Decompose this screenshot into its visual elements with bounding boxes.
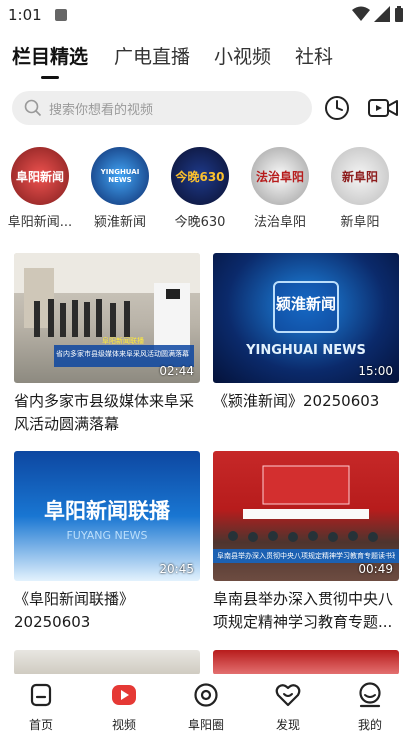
bottom-navigation: 首页 视频 阜阳圈 发现 我的 (0, 674, 412, 734)
wifi-icon (352, 6, 370, 21)
thumbnail-tag: 阜阳新闻联播 (102, 337, 144, 345)
thumbnail-caption: 阜南县举办深入贯彻中央八项规定精神学习教育专题读书班 (217, 552, 395, 560)
channel-label: 颍淮新闻 (93, 215, 146, 230)
video-thumbnail: 阜阳新闻联播 省内多家市县级媒体来阜采风活动圆满落幕 02:44 (14, 253, 200, 383)
nav-label: 首页 (28, 718, 53, 732)
channel-logo-text: 新阜阳 (341, 169, 378, 184)
channel-label: 法治阜阳 (253, 215, 306, 230)
signal-icon (374, 6, 390, 22)
battery-icon (395, 6, 403, 22)
video-title: 阜南县举办深入贯彻中央八项规定精神学习教育专题... (213, 590, 394, 631)
channel-new-fuyang[interactable]: 新阜阳 新阜阳 (320, 144, 400, 230)
circle-icon (194, 683, 218, 707)
nav-label: 我的 (357, 718, 382, 732)
tab-social-science[interactable]: 社科 (295, 42, 333, 69)
video-title: 省内多家市县级媒体来阜采风活动圆满落幕 (14, 392, 195, 433)
video-card-next[interactable] (213, 650, 399, 675)
channel-logo-text: YINGHUAI NEWS (100, 168, 140, 184)
search-placeholder: 搜索你想看的视频 (49, 103, 154, 118)
nav-fuyang-circle[interactable]: 阜阳圈 (176, 682, 236, 733)
nav-label: 视频 (111, 718, 136, 732)
channel-fuyang-news[interactable]: 阜阳新闻 阜阳新闻... (0, 144, 80, 230)
video-thumbnail: 阜南县举办深入贯彻中央八项规定精神学习教育专题读书班 00:49 (213, 451, 399, 581)
nav-discover[interactable]: 发现 (258, 682, 318, 733)
thumbnail-caption: 颍淮新闻 (275, 295, 336, 313)
home-icon (30, 683, 52, 707)
search-icon (24, 99, 42, 117)
channel-tonight-630[interactable]: 今晚630 今晚630 (160, 144, 240, 230)
tab-live[interactable]: 广电直播 (114, 42, 190, 69)
status-bar: 1:01 (0, 0, 412, 30)
thumbnail-caption: 省内多家市县级媒体来阜采风活动圆满落幕 (56, 350, 189, 358)
channel-logo-text: 今晚630 (175, 169, 225, 184)
thumbnail-caption: 阜阳新闻联播 (44, 499, 170, 523)
video-card[interactable]: 阜南县举办深入贯彻中央八项规定精神学习教育专题读书班 00:49 阜南县举办深入… (213, 451, 399, 634)
video-card[interactable]: 阜阳新闻联播 FUYANG NEWS 20:45 《阜阳新闻联播》2025060… (14, 451, 200, 634)
channel-logo: YINGHUAI NEWS (91, 147, 149, 205)
video-duration: 20:45 (159, 562, 194, 576)
status-icons (352, 6, 404, 22)
nav-home[interactable]: 首页 (11, 682, 71, 733)
channel-label: 新阜阳 (340, 215, 380, 230)
notification-icon (55, 9, 67, 21)
video-camera-icon[interactable] (367, 96, 399, 120)
nav-label: 发现 (275, 718, 300, 732)
discover-heart-icon (275, 684, 301, 707)
video-title: 《颍淮新闻》20250603 (213, 392, 380, 410)
channel-logo: 阜阳新闻 (11, 147, 69, 205)
channel-list: 阜阳新闻 阜阳新闻... YINGHUAI NEWS 颍淮新闻 今晚630 今晚… (0, 144, 412, 234)
status-time: 1:01 (8, 6, 42, 24)
video-thumbnail: 颍淮新闻 YINGHUAI NEWS 15:00 (213, 253, 399, 383)
channel-logo: 法治阜阳 (251, 147, 309, 205)
channel-logo: 今晚630 (171, 147, 229, 205)
channel-yinghuai-news[interactable]: YINGHUAI NEWS 颍淮新闻 (80, 144, 160, 230)
active-tab-indicator (41, 76, 59, 79)
channel-logo-text: 法治阜阳 (255, 169, 304, 184)
thumbnail-subcaption: FUYANG NEWS (66, 529, 148, 542)
video-card[interactable]: 颍淮新闻 YINGHUAI NEWS 15:00 《颍淮新闻》20250603 (213, 253, 399, 413)
video-duration: 00:49 (358, 562, 393, 576)
video-card[interactable]: 阜阳新闻联播 省内多家市县级媒体来阜采风活动圆满落幕 02:44 省内多家市县级… (14, 253, 200, 436)
channel-legal-fuyang[interactable]: 法治阜阳 法治阜阳 (240, 144, 320, 230)
tab-column-picks[interactable]: 栏目精选 (12, 42, 88, 69)
category-tabs: 栏目精选 广电直播 小视频 社科 (0, 38, 412, 82)
video-duration: 15:00 (358, 364, 393, 378)
video-title: 《阜阳新闻联播》20250603 (14, 590, 135, 631)
video-duration: 02:44 (159, 364, 194, 378)
play-icon (112, 685, 136, 705)
channel-logo: 新阜阳 (331, 147, 389, 205)
search-input[interactable]: 搜索你想看的视频 (12, 91, 312, 125)
history-clock-icon[interactable] (323, 94, 351, 122)
channel-logo-text: 阜阳新闻 (15, 169, 64, 184)
nav-label: 阜阳圈 (187, 718, 224, 732)
profile-icon (359, 682, 381, 708)
nav-profile[interactable]: 我的 (340, 682, 400, 733)
channel-label: 今晚630 (174, 215, 226, 230)
nav-video[interactable]: 视频 (94, 682, 154, 733)
video-thumbnail: 阜阳新闻联播 FUYANG NEWS 20:45 (14, 451, 200, 581)
thumbnail-subcaption: YINGHUAI NEWS (246, 343, 366, 358)
channel-label: 阜阳新闻... (7, 215, 73, 230)
video-card-next[interactable] (14, 650, 200, 675)
tab-short-video[interactable]: 小视频 (214, 42, 271, 69)
